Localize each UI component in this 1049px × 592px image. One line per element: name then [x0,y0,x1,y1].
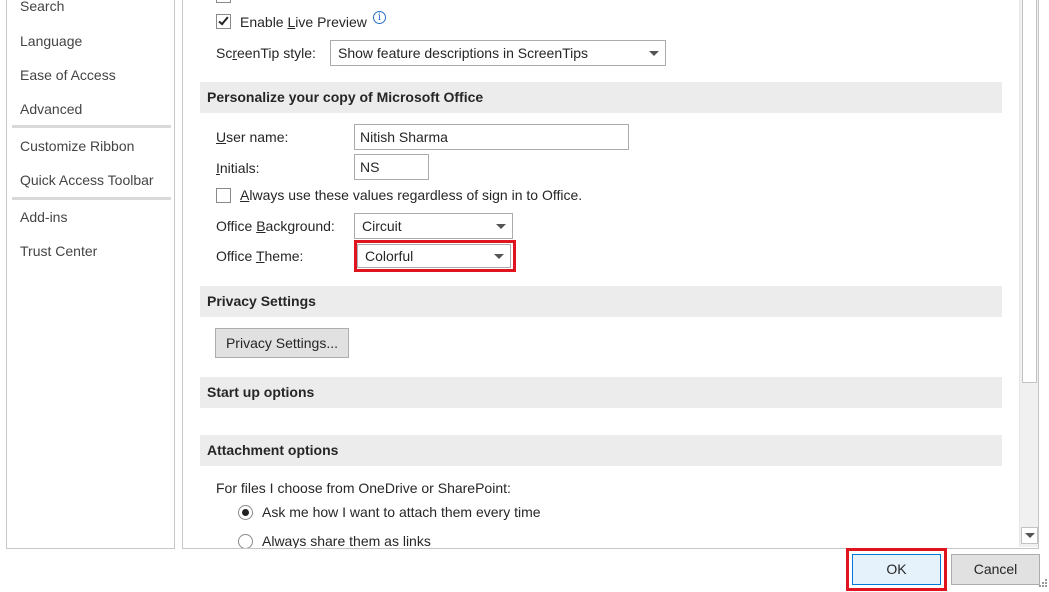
nav-item-customize-ribbon[interactable]: Customize Ribbon [20,138,134,154]
attach-ask-radio[interactable] [238,505,253,520]
office-background-dropdown[interactable]: Circuit [354,213,513,239]
scrollbar-thumb[interactable] [1022,0,1037,383]
resize-grip-icon[interactable] [1036,578,1048,590]
nav-item-quick-access-toolbar[interactable]: Quick Access Toolbar [20,172,154,188]
nav-divider [12,197,171,200]
check-icon [218,14,229,26]
chevron-down-icon [496,224,506,229]
live-preview-label: Enable Live Preview [240,14,367,30]
nav-divider [12,125,171,128]
privacy-section-header: Privacy Settings [200,286,1002,317]
attach-share-links-label: Always share them as links [262,533,431,549]
scroll-down-button[interactable] [1021,527,1038,544]
cancel-button[interactable]: Cancel [951,554,1040,585]
nav-item-ease-of-access[interactable]: Ease of Access [20,67,116,83]
screentip-style-value: Show feature descriptions in ScreenTips [338,45,589,61]
options-nav: Search Language Ease of Access Advanced … [6,0,175,549]
chevron-down-icon [1025,533,1035,538]
radio-selected-dot [242,509,249,516]
hidden-option-checkbox[interactable] [216,0,231,3]
screentip-style-label: ScreenTip style: [216,45,316,61]
nav-item-language[interactable]: Language [20,33,82,49]
nav-item-add-ins[interactable]: Add-ins [20,209,67,225]
nav-item-advanced[interactable]: Advanced [20,101,82,117]
screentip-style-dropdown[interactable]: Show feature descriptions in ScreenTips [330,40,666,66]
options-content-panel: Enable Live Preview i ScreenTip style: S… [182,0,1039,549]
office-theme-label: Office Theme: [216,248,304,264]
info-icon[interactable]: i [373,11,386,24]
theme-highlight-box [354,240,516,272]
initials-input[interactable]: NS [354,154,429,180]
nav-item-trust-center[interactable]: Trust Center [20,243,97,259]
privacy-settings-button[interactable]: Privacy Settings... [215,328,349,358]
attach-ask-label: Ask me how I want to attach them every t… [262,504,541,520]
office-background-label: Office Background: [216,218,335,234]
ok-highlight-box [846,548,947,591]
user-name-input[interactable]: Nitish Sharma [354,124,629,150]
nav-item-search[interactable]: Search [20,0,64,14]
initials-label: Initials: [216,160,260,176]
office-background-value: Circuit [362,218,402,234]
attachment-prompt: For files I choose from OneDrive or Shar… [216,480,511,496]
personalize-section-header: Personalize your copy of Microsoft Offic… [200,82,1002,113]
attach-share-links-radio[interactable] [238,534,253,548]
vertical-scrollbar[interactable] [1019,0,1038,547]
always-use-values-label: Always use these values regardless of si… [240,187,583,203]
attachment-section-header: Attachment options [200,435,1002,466]
always-use-values-checkbox[interactable] [216,188,231,203]
user-name-label: User name: [216,129,289,145]
startup-section-header: Start up options [200,377,1002,408]
live-preview-checkbox[interactable] [216,14,231,29]
chevron-down-icon [649,51,659,56]
